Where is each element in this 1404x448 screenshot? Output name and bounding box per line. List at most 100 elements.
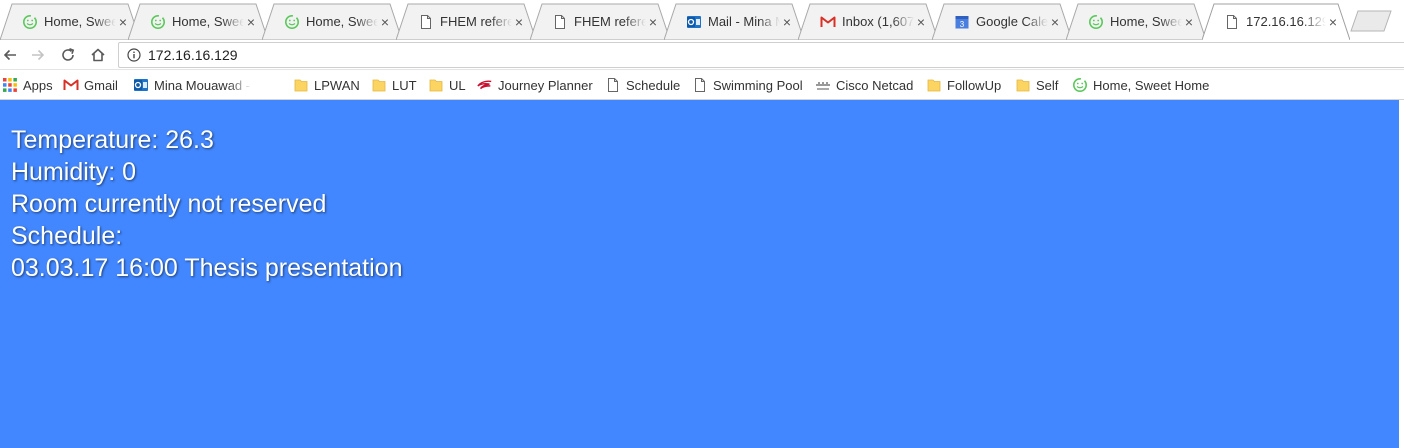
gmail-icon (63, 77, 79, 93)
bookmark-label: Gmail (84, 77, 118, 93)
outlook-icon (686, 14, 702, 30)
url-text[interactable]: 172.16.16.129 (148, 47, 238, 63)
schedule-label: Schedule: (11, 222, 123, 250)
tab-title: Google Calendar (976, 14, 1048, 29)
calendar-day: 3 (960, 20, 965, 29)
bookmark-gmail[interactable]: Gmail (63, 76, 118, 94)
forward-button[interactable] (28, 45, 48, 65)
room-status: Room currently not reserved (11, 190, 327, 218)
tab-close-button[interactable]: × (512, 15, 526, 29)
page-icon (692, 77, 708, 93)
bookmark-apps[interactable]: Apps (2, 76, 53, 94)
outlook-icon (133, 77, 149, 93)
tab-home-sweet-home-2[interactable]: Home, Sweet Home × (128, 3, 268, 40)
tab-title: Home, Sweet Home (44, 14, 116, 29)
smiley-favicon-icon (22, 14, 38, 30)
bookmarks-bar: Apps Gmail Mina Mouawad - Outlook LPWAN (0, 70, 1404, 100)
folder-icon (1015, 77, 1031, 93)
tab-title: Home, Sweet Home (172, 14, 244, 29)
tab-title: 172.16.16.129 (1246, 14, 1326, 29)
bookmark-label: FollowUp (947, 77, 1002, 93)
bookmark-schedule[interactable]: Schedule (605, 76, 680, 94)
bookmark-label: Cisco Netcad (836, 77, 914, 93)
smiley-favicon-icon (1088, 14, 1104, 30)
bookmark-outlook[interactable]: Mina Mouawad - Outlook (133, 76, 252, 94)
tab-close-button[interactable]: × (1182, 15, 1196, 29)
bookmark-folder-self[interactable]: Self (1015, 76, 1058, 94)
smiley-favicon-icon (150, 14, 166, 30)
folder-icon (293, 77, 309, 93)
page-icon (418, 14, 434, 30)
tab-title: Mail - Mina Mouawad (708, 14, 780, 29)
forward-arrow-icon (32, 49, 45, 61)
tab-title: Home, Sweet Home (1110, 14, 1182, 29)
page-icon (552, 14, 568, 30)
bookmark-label: Schedule (626, 77, 681, 93)
bookmark-label: Home, Sweet Home (1093, 77, 1210, 93)
bookmark-label: Swimming Pool (713, 77, 803, 93)
bookmark-journey-planner[interactable]: Journey Planner (477, 76, 593, 94)
tab-title: Inbox (1,607) (842, 14, 914, 29)
tab-fhem-reference-1[interactable]: FHEM reference × (396, 3, 536, 40)
temperature-reading: Temperature: 26.3 (11, 126, 214, 154)
journey-planner-icon (477, 77, 493, 93)
bookmark-folder-lut[interactable]: LUT (371, 76, 417, 94)
bookmark-folder-ul[interactable]: UL (428, 76, 466, 94)
bookmark-folder-followup[interactable]: FollowUp (926, 76, 1001, 94)
info-icon (127, 48, 141, 62)
tab-close-button[interactable]: × (1048, 15, 1062, 29)
home-button[interactable] (88, 45, 108, 65)
tab-title: FHEM reference (440, 14, 512, 29)
page-icon (1224, 14, 1240, 30)
tab-close-button[interactable]: × (914, 15, 928, 29)
tab-home-sweet-home-3[interactable]: Home, Sweet Home × (262, 3, 402, 40)
smiley-favicon-icon (1072, 77, 1088, 93)
bookmark-label: UL (449, 77, 466, 93)
bookmark-swimming-pool[interactable]: Swimming Pool (692, 76, 803, 94)
tab-title: FHEM reference (574, 14, 646, 29)
tab-strip: Home, Sweet Home × Home, Sweet Home × Ho… (0, 0, 1404, 40)
google-calendar-icon: 3 (954, 14, 970, 30)
tab-close-button[interactable]: × (244, 15, 258, 29)
tab-fhem-reference-2[interactable]: FHEM reference × (530, 3, 670, 40)
folder-icon (428, 77, 444, 93)
schedule-entry: 03.03.17 16:00 Thesis presentation (11, 254, 403, 282)
tab-outlook-mail[interactable]: Mail - Mina Mouawad × (664, 3, 804, 40)
bookmark-label: Journey Planner (498, 77, 593, 93)
bookmark-label: Apps (23, 77, 53, 93)
apps-grid-icon (2, 77, 18, 93)
address-bar[interactable]: 172.16.16.129 (118, 42, 1404, 68)
page-viewport: Temperature: 26.3 Humidity: 0 Room curre… (0, 100, 1399, 448)
tab-close-button[interactable]: × (780, 15, 794, 29)
smiley-favicon-icon (284, 14, 300, 30)
cisco-icon (815, 77, 831, 93)
tab-home-sweet-home-4[interactable]: Home, Sweet Home × (1066, 3, 1206, 40)
bookmark-home-sweet-home[interactable]: Home, Sweet Home (1072, 76, 1209, 94)
bookmark-cisco-netcad[interactable]: Cisco Netcad (815, 76, 913, 94)
tab-home-sweet-home-1[interactable]: Home, Sweet Home × (0, 3, 140, 40)
reload-button[interactable] (58, 45, 78, 65)
tab-google-calendar[interactable]: 3 Google Calendar × (932, 3, 1072, 40)
gmail-icon (820, 14, 836, 30)
folder-icon (926, 77, 942, 93)
humidity-reading: Humidity: 0 (11, 158, 137, 186)
tab-active-172-16-16-129[interactable]: 172.16.16.129 × (1202, 3, 1350, 40)
tab-close-button[interactable]: × (378, 15, 392, 29)
bookmark-folder-lpwan[interactable]: LPWAN (293, 76, 360, 94)
browser-window: Home, Sweet Home × Home, Sweet Home × Ho… (0, 0, 1404, 448)
tab-close-button[interactable]: × (1326, 15, 1340, 29)
tab-gmail-inbox[interactable]: Inbox (1,607) × (798, 3, 938, 40)
bookmark-label: Self (1036, 77, 1059, 93)
bookmark-label: LUT (392, 77, 417, 93)
home-icon (91, 48, 105, 62)
tab-title: Home, Sweet Home (306, 14, 378, 29)
folder-icon (371, 77, 387, 93)
bookmark-label: LPWAN (314, 77, 360, 93)
bookmark-label: Mina Mouawad - Outlook (154, 77, 252, 93)
browser-toolbar: 172.16.16.129 (0, 40, 1404, 70)
reload-icon (62, 48, 75, 61)
new-tab-button[interactable] (1350, 10, 1392, 32)
back-button[interactable] (0, 45, 20, 65)
tab-close-button[interactable]: × (646, 15, 660, 29)
back-arrow-icon (3, 49, 16, 61)
